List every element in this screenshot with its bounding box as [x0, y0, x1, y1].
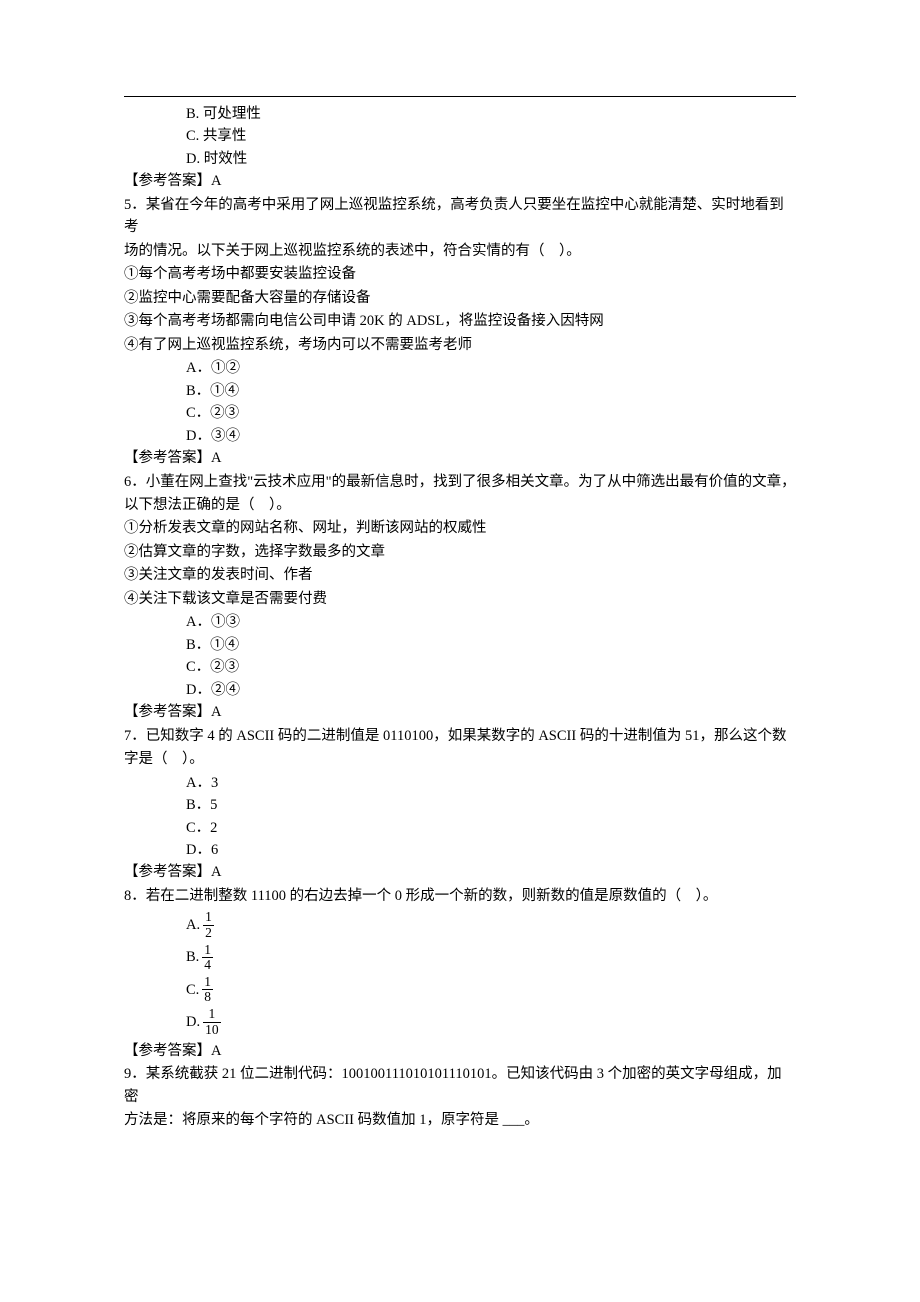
- option-text: ①②: [211, 360, 240, 376]
- q5-stem-line1: 5．某省在今年的高考中采用了网上巡视监控系统，高考负责人只要坐在监控中心就能清楚…: [124, 194, 796, 239]
- q6-option-d: D．②④: [186, 679, 796, 701]
- q9-stem-line1: 9．某系统截获 21 位二进制代码：100100111010101110101。…: [124, 1063, 796, 1108]
- option-text: 可处理性: [203, 106, 261, 122]
- q5-statement-1: ①每个高考考场中都要安装监控设备: [124, 263, 796, 285]
- q5-statement-3: ③每个高考考场都需向电信公司申请 20K 的 ADSL，将监控设备接入因特网: [124, 310, 796, 332]
- option-text: ①④: [210, 383, 239, 399]
- q4-answer: 【参考答案】A: [124, 170, 796, 192]
- q6-statement-2: ②估算文章的字数，选择字数最多的文章: [124, 541, 796, 563]
- fraction-numerator: 1: [203, 910, 214, 924]
- q5-statement-2: ②监控中心需要配备大容量的存储设备: [124, 287, 796, 309]
- option-letter: A．: [186, 775, 211, 791]
- option-text: 5: [210, 797, 217, 813]
- option-letter: D.: [186, 151, 200, 167]
- q7-option-c: C．2: [186, 817, 796, 839]
- option-letter: B．: [186, 383, 210, 399]
- fraction: 1 8: [202, 975, 213, 1004]
- q5-option-c: C．②③: [186, 402, 796, 424]
- q5-answer: 【参考答案】A: [124, 447, 796, 469]
- q7-option-d: D．6: [186, 839, 796, 861]
- option-letter: B．: [186, 797, 210, 813]
- q7-option-b: B．5: [186, 794, 796, 816]
- q7-stem-line2: 字是（ ）。: [124, 748, 796, 770]
- option-letter: A.: [186, 914, 200, 936]
- option-letter: A．: [186, 614, 211, 630]
- q5-statement-4: ④有了网上巡视监控系统，考场内可以不需要监考老师: [124, 334, 796, 356]
- option-letter: C．: [186, 659, 210, 675]
- option-text: ③④: [211, 428, 240, 444]
- q5-option-d: D．③④: [186, 425, 796, 447]
- q8-answer: 【参考答案】A: [124, 1040, 796, 1062]
- q6-option-a: A．①③: [186, 611, 796, 633]
- option-text: ②④: [211, 682, 240, 698]
- q8-option-a: A. 1 2: [186, 910, 796, 939]
- option-letter: C．: [186, 405, 210, 421]
- option-letter: C.: [186, 128, 199, 144]
- option-letter: D．: [186, 428, 211, 444]
- fraction-denominator: 10: [203, 1022, 221, 1037]
- option-letter: A．: [186, 360, 211, 376]
- option-text: 时效性: [204, 151, 248, 167]
- q8-stem: 8．若在二进制整数 11100 的右边去掉一个 0 形成一个新的数，则新数的值是…: [124, 885, 796, 907]
- fraction-denominator: 2: [203, 925, 214, 940]
- option-text: ②③: [210, 659, 239, 675]
- fraction-denominator: 4: [202, 957, 213, 972]
- top-rule: [124, 96, 796, 97]
- q6-stem-line2: 以下想法正确的是（ ）。: [124, 494, 796, 516]
- option-text: ①④: [210, 637, 239, 653]
- fraction-numerator: 1: [202, 975, 213, 989]
- q6-stem-line1: 6．小董在网上查找"云技术应用"的最新信息时，找到了很多相关文章。为了从中筛选出…: [124, 471, 796, 493]
- option-text: 共享性: [203, 128, 247, 144]
- q6-statement-3: ③关注文章的发表时间、作者: [124, 564, 796, 586]
- option-text: ②③: [210, 405, 239, 421]
- option-letter: D．: [186, 842, 211, 858]
- q4-option-c: C. 共享性: [186, 125, 796, 147]
- option-text: ①③: [211, 614, 240, 630]
- q4-option-b: B. 可处理性: [186, 103, 796, 125]
- option-letter: B．: [186, 637, 210, 653]
- q5-option-a: A．①②: [186, 357, 796, 379]
- q8-option-d: D. 1 10: [186, 1007, 796, 1036]
- q5-stem-line2: 场的情况。以下关于网上巡视监控系统的表述中，符合实情的有（ ）。: [124, 240, 796, 262]
- q9-stem-line2: 方法是：将原来的每个字符的 ASCII 码数值加 1，原字符是 ___。: [124, 1109, 796, 1131]
- fraction-numerator: 1: [202, 943, 213, 957]
- q6-statement-4: ④关注下载该文章是否需要付费: [124, 588, 796, 610]
- q5-option-b: B．①④: [186, 380, 796, 402]
- fraction-numerator: 1: [203, 1007, 221, 1021]
- q6-answer: 【参考答案】A: [124, 701, 796, 723]
- q6-option-b: B．①④: [186, 634, 796, 656]
- fraction: 1 4: [202, 943, 213, 972]
- q6-statement-1: ①分析发表文章的网站名称、网址，判断该网站的权威性: [124, 517, 796, 539]
- q7-stem-line1: 7．已知数字 4 的 ASCII 码的二进制值是 0110100，如果某数字的 …: [124, 725, 796, 747]
- q7-answer: 【参考答案】A: [124, 861, 796, 883]
- q6-option-c: C．②③: [186, 656, 796, 678]
- option-letter: B.: [186, 106, 199, 122]
- fraction-denominator: 8: [202, 989, 213, 1004]
- q4-option-d: D. 时效性: [186, 148, 796, 170]
- option-text: 3: [211, 775, 218, 791]
- document-page: B. 可处理性 C. 共享性 D. 时效性 【参考答案】A 5．某省在今年的高考…: [62, 0, 858, 1193]
- option-letter: D.: [186, 1011, 200, 1033]
- fraction: 1 10: [203, 1007, 221, 1036]
- option-letter: B.: [186, 946, 199, 968]
- option-text: 6: [211, 842, 218, 858]
- option-letter: D．: [186, 682, 211, 698]
- option-letter: C．: [186, 820, 210, 836]
- option-text: 2: [210, 820, 217, 836]
- q8-option-b: B. 1 4: [186, 943, 796, 972]
- option-letter: C.: [186, 979, 199, 1001]
- fraction: 1 2: [203, 910, 214, 939]
- q8-option-c: C. 1 8: [186, 975, 796, 1004]
- q7-option-a: A．3: [186, 772, 796, 794]
